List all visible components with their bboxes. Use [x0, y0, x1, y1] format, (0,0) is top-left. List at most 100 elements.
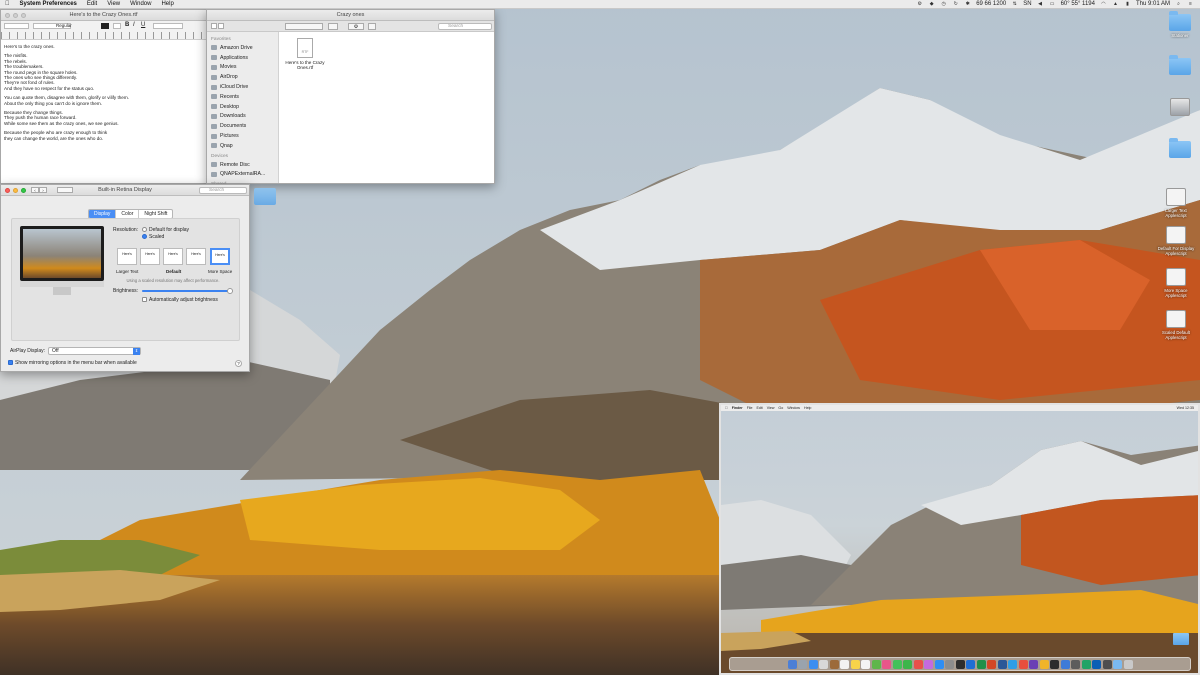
user-initials[interactable]: SN: [1023, 1, 1031, 7]
gear-icon[interactable]: ⚙: [916, 1, 923, 7]
photos-icon[interactable]: [882, 659, 891, 669]
notes-icon[interactable]: [850, 659, 860, 669]
scale-option-larger-text[interactable]: Here's: [117, 248, 137, 265]
downloads-stack-icon[interactable]: [1113, 659, 1122, 669]
sidebar-item-pictures[interactable]: Pictures: [209, 131, 276, 141]
launchpad-icon[interactable]: [798, 659, 807, 669]
forward-button[interactable]: [218, 23, 224, 29]
share-button[interactable]: [368, 23, 376, 30]
notification-center-icon[interactable]: ≡: [1187, 1, 1194, 7]
sidebar-item-remote-disc[interactable]: Remote Disc: [209, 160, 276, 170]
italic-button[interactable]: I: [133, 22, 135, 28]
sidebar-item-icloud-drive[interactable]: iCloud Drive: [209, 82, 276, 92]
sidebar-item-airdrop[interactable]: AirDrop: [209, 72, 276, 82]
view-mode-control[interactable]: [285, 23, 323, 30]
finder-icon[interactable]: [787, 659, 797, 669]
cast-icon[interactable]: ▭: [1049, 1, 1056, 7]
apple-menu-icon[interactable]: : [0, 1, 15, 7]
help-button[interactable]: ?: [235, 360, 242, 367]
app-menu[interactable]: System Preferences: [15, 1, 82, 7]
bluetooth-icon[interactable]: ✱: [964, 1, 971, 7]
app-icon[interactable]: [1071, 659, 1080, 669]
sidebar-item-desktop[interactable]: Desktop: [209, 102, 276, 112]
maps-icon[interactable]: [871, 659, 881, 669]
network-icon[interactable]: ⇅: [1011, 1, 1018, 7]
alignment-control[interactable]: [153, 23, 183, 29]
auto-brightness-checkbox[interactable]: Automatically adjust brightness: [142, 297, 218, 303]
calendar-icon[interactable]: [840, 659, 849, 669]
word-icon[interactable]: [966, 659, 975, 669]
safari-icon[interactable]: [808, 659, 818, 669]
finder-titlebar[interactable]: Crazy ones: [207, 10, 494, 21]
highlight-swatch[interactable]: [113, 23, 121, 29]
mirroring-checkbox[interactable]: Show mirroring options in the menu bar w…: [8, 360, 137, 366]
scale-option-2[interactable]: Here's: [140, 248, 160, 265]
volume-icon[interactable]: ◀: [1037, 1, 1044, 7]
tab-color[interactable]: Color: [116, 210, 140, 218]
scale-option-4[interactable]: Here's: [186, 248, 206, 265]
battery-icon[interactable]: ▮: [1124, 1, 1131, 7]
prefs-titlebar[interactable]: ‹ › Built-in Retina Display Search: [1, 185, 249, 196]
textedit-titlebar[interactable]: Here's to the Crazy Ones.rtf: [1, 10, 206, 21]
weather-readout[interactable]: 69 66 1200: [976, 1, 1006, 7]
desktop-item-folder[interactable]: [1159, 55, 1200, 77]
search-field[interactable]: Search: [199, 187, 247, 194]
desktop-item-larger-text-script[interactable]: Larger Text Applescript: [1155, 188, 1197, 218]
resolution-default-radio[interactable]: Default for display: [142, 227, 189, 233]
underline-button[interactable]: U: [141, 22, 145, 28]
system-preferences-icon[interactable]: [945, 659, 954, 669]
app-icon[interactable]: [1081, 659, 1091, 669]
sidebar-item-downloads[interactable]: Downloads: [209, 112, 276, 122]
airplay-icon[interactable]: ▲: [1112, 1, 1119, 7]
desktop-item-scaled-default-script[interactable]: Scaled Default Applescript: [1155, 310, 1197, 340]
back-button[interactable]: [211, 23, 217, 29]
mail-icon[interactable]: [819, 659, 828, 669]
app-icon[interactable]: [1039, 659, 1049, 669]
font-style-popup[interactable]: Regular: [56, 23, 72, 28]
app-icon[interactable]: [1029, 659, 1038, 669]
desktop-item-more-space-script[interactable]: More Space Applescript: [1155, 268, 1197, 298]
app-store-icon[interactable]: [934, 659, 944, 669]
text-color-swatch[interactable]: [101, 23, 109, 29]
sidebar-item-movies[interactable]: Movies: [209, 63, 276, 73]
sidebar-item-qnap-external[interactable]: QNAPExternalRA...: [209, 170, 276, 180]
sidebar-item-amazon-drive[interactable]: Amazon Drive: [209, 43, 276, 53]
outlook-icon[interactable]: [997, 659, 1007, 669]
podcasts-icon[interactable]: [924, 659, 933, 669]
tab-night-shift[interactable]: Night Shift: [139, 210, 172, 218]
app-icon[interactable]: [1050, 659, 1059, 669]
resolution-scaled-radio[interactable]: Scaled: [142, 234, 164, 240]
app-icon[interactable]: [1092, 659, 1101, 669]
contacts-icon[interactable]: [829, 659, 839, 669]
wifi-icon[interactable]: ◠: [1100, 1, 1107, 7]
app-icon[interactable]: [1102, 659, 1112, 669]
app-icon[interactable]: [1060, 659, 1070, 669]
temperature-readout[interactable]: 60° 55° 1194: [1061, 1, 1095, 7]
sidebar-item-qnap[interactable]: Qnap: [209, 141, 276, 151]
desktop-item-folder[interactable]: [1159, 138, 1200, 160]
airplay-display-select[interactable]: Off ⇕: [48, 347, 141, 355]
scale-option-default[interactable]: Here's: [163, 248, 183, 265]
scale-option-more-space[interactable]: Here's: [210, 248, 230, 265]
skype-icon[interactable]: [1008, 659, 1017, 669]
gear-icon[interactable]: ⚙: [348, 23, 364, 30]
folder-icon[interactable]: [254, 188, 276, 205]
sync-icon[interactable]: ↻: [952, 1, 959, 7]
tab-display[interactable]: Display: [89, 210, 117, 218]
menu-help[interactable]: Help: [156, 1, 178, 7]
desktop-item-stationer[interactable]: Stationer: [1159, 11, 1200, 38]
search-field[interactable]: Search: [438, 23, 492, 30]
sidebar-item-applications[interactable]: Applications: [209, 53, 276, 63]
menu-window[interactable]: Window: [125, 1, 156, 7]
terminal-icon[interactable]: [955, 659, 965, 669]
sidebar-item-documents[interactable]: Documents: [209, 121, 276, 131]
time-machine-icon[interactable]: ◷: [940, 1, 947, 7]
menu-clock[interactable]: Thu 9:01 AM: [1136, 1, 1170, 7]
messages-icon[interactable]: [892, 659, 902, 669]
desktop-item-default-display-script[interactable]: Default For Display Applescript: [1155, 226, 1197, 256]
paragraph-style-popup[interactable]: [4, 23, 29, 29]
app-icon[interactable]: [1018, 659, 1028, 669]
ruler[interactable]: [1, 32, 206, 39]
arrange-button[interactable]: [328, 23, 338, 30]
powerpoint-icon[interactable]: [987, 659, 996, 669]
